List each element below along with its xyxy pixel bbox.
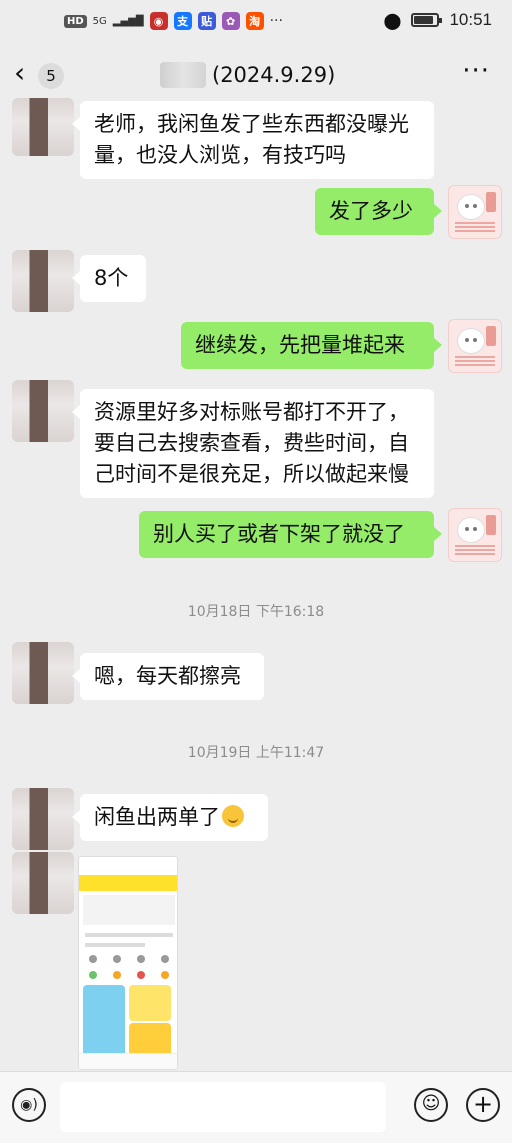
message-bubble-incoming[interactable]: 闲鱼出两单了 xyxy=(72,794,268,841)
message-text: 8个 xyxy=(94,266,129,290)
message-line: 资源里好多对标账号都打不开了， xyxy=(94,400,409,424)
alipay-icon: 支 xyxy=(173,12,192,30)
emoji-picker-icon[interactable]: ☺ xyxy=(414,1088,448,1122)
location-icon: ⬤ xyxy=(383,10,402,30)
message-line: 老师，我闲鱼发了些东西都没曝光 xyxy=(94,112,409,136)
status-right: ⬤ 10:51 xyxy=(384,10,492,30)
message-bubble-outgoing[interactable]: 别人买了或者下架了就没了 xyxy=(139,511,442,558)
plus-icon[interactable]: + xyxy=(466,1088,500,1122)
clock: 10:51 xyxy=(449,10,492,29)
unread-count-badge[interactable]: 5 xyxy=(38,63,64,89)
cat-avatar-icon xyxy=(457,194,485,220)
message-input-bar: ◉) ☺ + xyxy=(0,1071,512,1143)
hd-indicator: HD xyxy=(64,14,87,28)
status-bar: HD 5G ▂▄▆█ ◉ 支 贴 ✿ 淘 ··· ⬤ 10:51 xyxy=(0,0,512,44)
back-chevron-icon[interactable]: ‹ xyxy=(14,59,25,87)
chat-header: ‹ 5 (2024.9.29) ··· xyxy=(0,44,512,104)
message-text: 闲鱼出两单了 xyxy=(94,805,220,829)
cat-avatar-icon xyxy=(457,517,485,543)
signal-bars-icon: ▂▄▆█ xyxy=(112,15,144,27)
avatar[interactable] xyxy=(12,250,74,312)
more-notifications-icon: ··· xyxy=(269,13,283,29)
xianyu-screenshot-image[interactable] xyxy=(78,856,178,1070)
chat-timestamp: 10月19日 上午11:47 xyxy=(187,745,325,761)
chat-title-text: (2024.9.29) xyxy=(212,63,336,87)
message-bubble-outgoing[interactable]: 继续发，先把量堆起来 xyxy=(181,322,442,369)
thinking-face-emoji-icon xyxy=(222,805,244,827)
network-type: 5G xyxy=(92,15,107,27)
message-bubble-incoming[interactable]: 老师，我闲鱼发了些东西都没曝光 量，也没人浏览，有技巧吗 xyxy=(72,101,434,179)
message-input[interactable] xyxy=(60,1082,386,1132)
taobao-icon: 淘 xyxy=(245,12,264,30)
message-text: 嗯，每天都擦亮 xyxy=(94,664,241,688)
message-line: 量，也没人浏览，有技巧吗 xyxy=(94,143,346,167)
message-bubble-incoming[interactable]: 嗯，每天都擦亮 xyxy=(72,653,264,700)
tieba-icon: 贴 xyxy=(197,12,216,30)
message-text: 继续发，先把量堆起来 xyxy=(195,333,405,357)
avatar[interactable] xyxy=(12,98,74,156)
red-circle-app-icon: ◉ xyxy=(149,12,168,30)
more-options-icon[interactable]: ··· xyxy=(462,56,490,86)
avatar[interactable] xyxy=(448,508,502,562)
avatar[interactable] xyxy=(12,788,74,850)
avatar[interactable] xyxy=(448,319,502,373)
avatar[interactable] xyxy=(448,185,502,239)
battery-icon xyxy=(411,13,443,27)
colorful-app-icon: ✿ xyxy=(221,12,240,30)
message-line: 己时间不是很充足，所以做起来慢 xyxy=(94,462,409,486)
message-text: 发了多少 xyxy=(329,199,413,223)
chat-title: (2024.9.29) xyxy=(160,62,335,88)
avatar[interactable] xyxy=(12,642,74,704)
status-left: HD 5G ▂▄▆█ ◉ 支 贴 ✿ 淘 ··· xyxy=(64,12,283,30)
message-bubble-outgoing[interactable]: 发了多少 xyxy=(315,188,442,235)
message-bubble-incoming[interactable]: 资源里好多对标账号都打不开了， 要自己去搜索查看，费些时间，自 己时间不是很充足… xyxy=(72,389,434,498)
message-text: 别人买了或者下架了就没了 xyxy=(153,522,405,546)
chat-timestamp: 10月18日 下午16:18 xyxy=(187,604,325,620)
message-line: 要自己去搜索查看，费些时间，自 xyxy=(94,431,409,455)
avatar[interactable] xyxy=(12,852,74,914)
thumbnail-header xyxy=(79,875,177,891)
blurred-contact-name xyxy=(160,62,206,88)
cat-avatar-icon xyxy=(457,328,485,354)
voice-input-icon[interactable]: ◉) xyxy=(12,1088,46,1122)
message-bubble-incoming[interactable]: 8个 xyxy=(72,255,146,302)
avatar[interactable] xyxy=(12,380,74,442)
